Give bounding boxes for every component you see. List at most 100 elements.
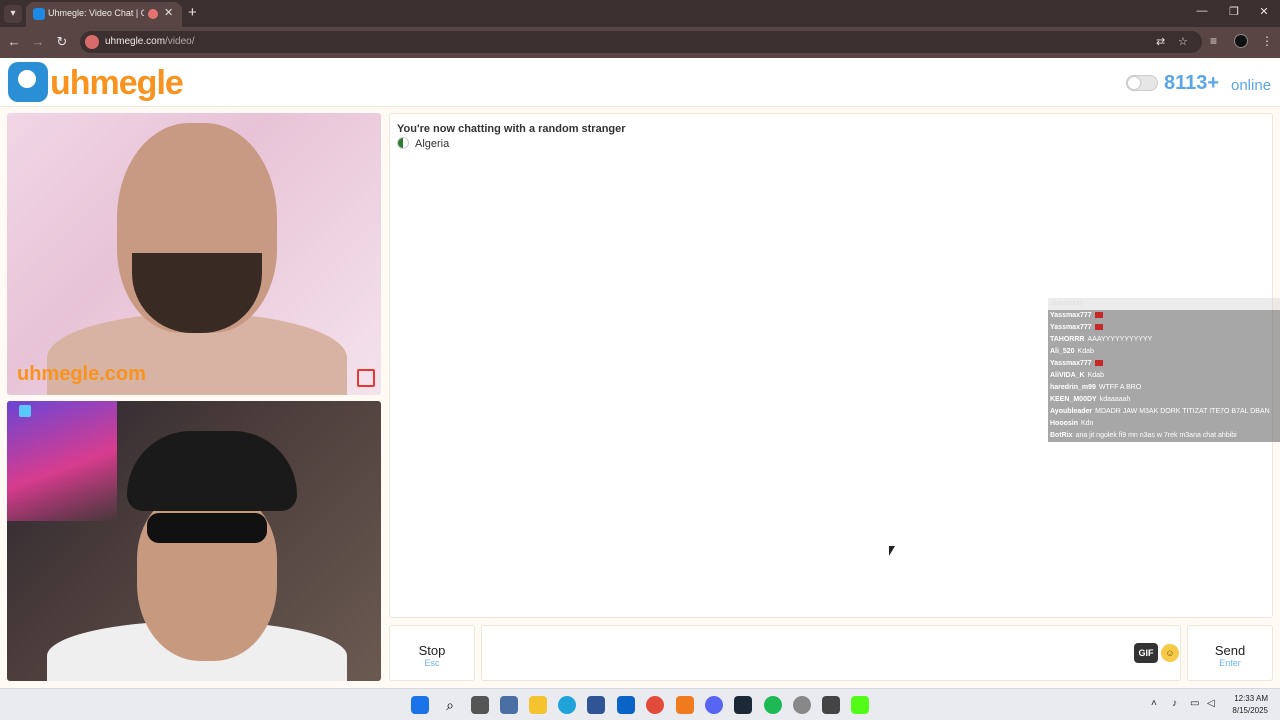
back-icon[interactable]: ← [5, 34, 23, 49]
overlay-username: Ayoubleader [1050, 408, 1093, 415]
overlay-message: kdaaaaah [1099, 396, 1131, 403]
edge-icon[interactable] [558, 696, 576, 714]
send-button[interactable]: Send Enter [1187, 625, 1273, 681]
profile-avatar[interactable] [1234, 34, 1248, 48]
emote-icon [1094, 360, 1103, 366]
overlay-message: MDADR JAW M3AK DORK TITIZAT ITE7O B7AL D… [1095, 408, 1270, 415]
overlay-username: BotRix [1050, 432, 1073, 439]
overlay-message: ana jit ngolek fi9 mn n3as w 7rek m3ana … [1075, 432, 1237, 439]
stranger-video: uhmegle.com [7, 113, 381, 395]
tray-overflow-icon[interactable]: ˄ [1151, 698, 1157, 709]
site-header: uhmegle 8113+ online [0, 58, 1280, 107]
outlook-icon[interactable] [617, 696, 635, 714]
mouse-cursor-icon [889, 546, 895, 556]
online-count: 8113+ [1164, 72, 1220, 94]
chrome-icon[interactable] [646, 696, 664, 714]
bookmark-star-icon[interactable]: ☆ [1178, 35, 1188, 48]
tab-search-icon[interactable]: ▾ [4, 5, 22, 23]
window-close-icon[interactable]: ✕ [1254, 5, 1274, 18]
emoji-icon[interactable]: ☺ [1161, 644, 1179, 662]
taskbar-clock[interactable]: 12:33 AM 8/15/2025 [1222, 693, 1268, 717]
new-tab-button[interactable]: + [188, 4, 197, 21]
country-name: Algeria [415, 138, 450, 150]
overlay-row: AliVIDA_K Kdab [1048, 370, 1280, 382]
microphone-icon[interactable]: ♪ [1172, 698, 1177, 709]
overlay-username: Yassmax777 [1050, 312, 1092, 319]
restore-icon[interactable]: ❐ [1224, 5, 1244, 18]
overlay-message: AAAYYYYYYYYYYY [1087, 336, 1153, 343]
chat-status: You're now chatting with a random strang… [397, 123, 626, 135]
site-favicon-icon [33, 8, 45, 20]
overlay-username: Ali_520 [1050, 348, 1075, 355]
overlay-message: Kdab [1077, 348, 1094, 355]
theme-toggle[interactable] [1126, 75, 1158, 91]
background-light [7, 401, 117, 521]
gif-button[interactable]: GIF [1134, 643, 1158, 663]
settings-icon[interactable] [500, 696, 518, 714]
overlay-row: TAHORRR AAAYYYYYYYYYYY [1048, 334, 1280, 346]
tab-recording-icon[interactable] [148, 9, 158, 19]
online-label: online [1231, 77, 1272, 94]
kick-icon[interactable] [851, 696, 869, 714]
overlay-username: Yassmax777 [1050, 360, 1092, 367]
address-bar[interactable]: uhmegle.com/video/ ⇄ ☆ [80, 31, 1202, 53]
overlay-username: Yassmax777 [1050, 324, 1092, 331]
report-flag-icon[interactable] [357, 369, 375, 387]
app2-icon[interactable] [793, 696, 811, 714]
url-path: /video/ [165, 36, 195, 47]
translate-icon[interactable]: ⇄ [1156, 35, 1165, 48]
clock-time: 12:33 AM [1234, 694, 1268, 703]
browser-toolbar: ← → ↻ uhmegle.com/video/ ⇄ ☆ ≡ ⋮ [0, 27, 1280, 58]
overlay-message: WTFF A BRO [1098, 384, 1142, 391]
stranger-country: Algeria [397, 137, 449, 150]
message-input[interactable]: GIF ☺ [481, 625, 1181, 681]
send-hint: Enter [1219, 658, 1241, 668]
discord-icon[interactable] [705, 696, 723, 714]
overlay-username: TAHORRR [1050, 336, 1085, 343]
overlay-row: Yassmax777 [1048, 322, 1280, 334]
chrome-menu-icon[interactable]: ⋮ [1261, 34, 1273, 48]
overlay-row: Ayoubleader MDADR JAW M3AK DORK TITIZAT I… [1048, 406, 1280, 418]
emote-icon [1094, 312, 1103, 318]
volume-icon[interactable]: ◁ [1207, 698, 1215, 709]
self-cap [127, 431, 297, 511]
clock-date: 8/15/2025 [1232, 706, 1268, 715]
spotify-icon[interactable] [764, 696, 782, 714]
emote-icon [1094, 324, 1103, 330]
reload-icon[interactable]: ↻ [53, 34, 71, 50]
overlay-row: KEEN_M00DY kdaaaaah [1048, 394, 1280, 406]
overlay-message: Kdab [1087, 372, 1104, 379]
file-explorer-icon[interactable] [529, 696, 547, 714]
stop-button[interactable]: Stop Esc [389, 625, 475, 681]
video-watermark: uhmegle.com [17, 363, 146, 385]
logo-icon[interactable] [8, 62, 48, 102]
overlay-row: Yassmax777 [1048, 358, 1280, 370]
tab-close-icon[interactable]: ✕ [164, 6, 173, 19]
forward-icon[interactable]: → [29, 34, 47, 49]
app-icon[interactable] [676, 696, 694, 714]
overlay-username: Hooosin [1050, 420, 1078, 427]
logo-text[interactable]: uhmegle [50, 64, 184, 103]
calculator-icon[interactable] [822, 696, 840, 714]
task-view-icon[interactable] [471, 696, 489, 714]
browser-tab[interactable]: Uhmegle: Video Chat | Om ✕ [26, 2, 182, 27]
start-icon[interactable] [411, 696, 429, 714]
overlay-username: AliVIDA_K [1050, 372, 1085, 379]
browser-tab-strip: ▾ Uhmegle: Video Chat | Om ✕ + — ❐ ✕ [0, 0, 1280, 27]
media-control-icon[interactable]: ≡ [1210, 34, 1217, 48]
overlay-username: KEEN_M00DY [1050, 396, 1097, 403]
camera-indicator-icon[interactable] [19, 405, 31, 417]
url-host: uhmegle.com [105, 36, 166, 47]
send-label: Send [1214, 643, 1246, 658]
network-icon[interactable]: ▭ [1190, 698, 1199, 709]
windows-taskbar: ⌕ ˄ ♪ ▭ ◁ 12:33 AM 8/15/2025 [0, 688, 1280, 720]
overlay-row: Hooosin Kdn [1048, 418, 1280, 430]
stop-hint: Esc [424, 658, 440, 668]
search-icon[interactable]: ⌕ [441, 696, 459, 714]
url-text[interactable]: uhmegle.com/video/ [105, 36, 195, 47]
overlay-row: BotRix ana jit ngolek fi9 mn n3as w 7rek … [1048, 430, 1280, 442]
site-info-icon[interactable] [85, 35, 99, 49]
store-icon[interactable] [587, 696, 605, 714]
minimize-icon[interactable]: — [1192, 5, 1212, 17]
steam-icon[interactable] [734, 696, 752, 714]
